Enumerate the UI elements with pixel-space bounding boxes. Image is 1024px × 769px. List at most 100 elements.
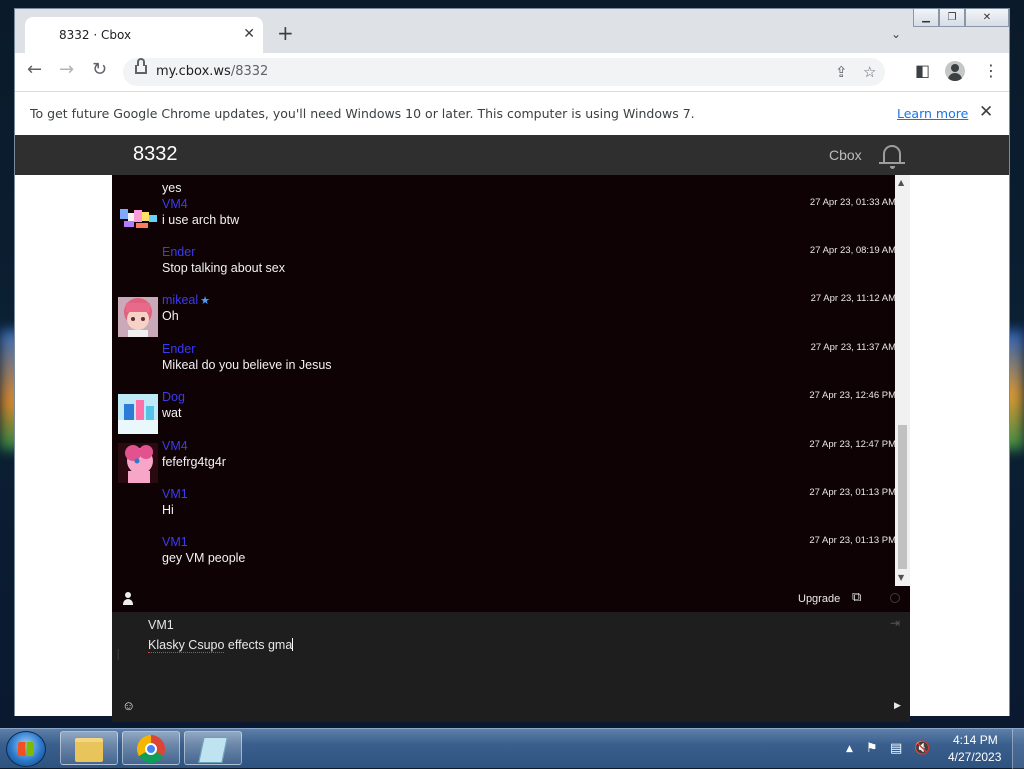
message-author-link[interactable]: mikeal ★ — [162, 293, 210, 307]
window-controls: ▁ ❐ ✕ — [913, 9, 1009, 29]
lock-icon[interactable] — [135, 58, 147, 74]
clock-time[interactable]: 4:14 PM — [953, 733, 998, 747]
scroll-up-arrow-icon[interactable]: ▲ — [898, 178, 904, 187]
scroll-thumb[interactable] — [898, 425, 907, 569]
taskbar-notepad[interactable] — [184, 731, 242, 765]
address-bar[interactable]: my.cbox.ws/8332 ⇪ ☆ — [123, 58, 885, 86]
message-timestamp: 27 Apr 23, 12:46 PM — [809, 390, 896, 401]
message-row: mikeal ★ Oh 27 Apr 23, 11:12 AM — [112, 291, 910, 339]
taskbar-explorer[interactable] — [60, 731, 118, 765]
page-content: 8332 Cbox yes VM4 i use arch btw 27 Apr … — [15, 135, 1009, 722]
message-timestamp: 27 Apr 23, 11:12 AM — [810, 293, 896, 304]
learn-more-link[interactable]: Learn more — [897, 106, 968, 121]
tab-strip: 8332 · Cbox ✕ + ⌄ ▁ ❐ ✕ — [15, 9, 1009, 53]
chrome-icon — [137, 735, 165, 763]
tab-cbox[interactable]: 8332 · Cbox ✕ — [25, 17, 263, 53]
taskbar-chrome[interactable] — [122, 731, 180, 765]
message-text: gey VM people — [162, 551, 246, 565]
message-author-link[interactable]: VM4 — [162, 197, 188, 211]
avatar[interactable] — [118, 297, 158, 337]
message-timestamp: 27 Apr 23, 01:13 PM — [809, 487, 896, 498]
explorer-icon — [75, 738, 103, 762]
maximize-icon[interactable]: ❐ — [939, 9, 965, 27]
message-timestamp: 27 Apr 23, 08:19 AM — [809, 245, 896, 256]
infobar-close-icon[interactable]: ✕ — [979, 102, 993, 122]
share-icon[interactable]: ⇪ — [835, 63, 848, 81]
message-text: i use arch btw — [162, 213, 240, 227]
action-center-flag-icon[interactable]: ⚑ — [866, 741, 878, 756]
message-text: yes — [162, 181, 182, 195]
profile-avatar-icon[interactable] — [945, 61, 965, 81]
message-text: fefefrg4tg4r — [162, 455, 226, 469]
avatar[interactable] — [118, 394, 158, 434]
message-text: Oh — [162, 309, 179, 323]
message-text: wat — [162, 406, 182, 420]
typed-text: effects gma — [224, 638, 293, 652]
popout-icon[interactable]: ⧉ — [852, 589, 861, 605]
message-author-link[interactable]: VM4 — [162, 439, 188, 453]
forward-icon[interactable]: → — [59, 61, 74, 79]
tab-search-chevron-icon[interactable]: ⌄ — [891, 27, 901, 41]
chrome-window: 8332 · Cbox ✕ + ⌄ ▁ ❐ ✕ ← → ↻ my.cbox.ws… — [14, 8, 1010, 722]
bookmark-star-icon[interactable]: ☆ — [863, 63, 876, 81]
side-panel-icon[interactable]: ◧ — [915, 61, 930, 80]
cbox-brand-link[interactable]: Cbox — [829, 147, 862, 163]
minimize-icon[interactable]: ▁ — [913, 9, 939, 27]
start-button[interactable] — [6, 731, 46, 767]
upgrade-link[interactable]: Upgrade — [798, 593, 840, 605]
reload-icon[interactable]: ↻ — [92, 61, 107, 79]
footer-bar: Upgrade ⧉ — [112, 586, 910, 612]
network-icon[interactable]: ▤ — [890, 741, 902, 756]
new-tab-icon[interactable]: + — [277, 23, 294, 43]
message-row: VM4 fefefrg4tg4r 27 Apr 23, 12:47 PM — [112, 437, 910, 485]
back-icon[interactable]: ← — [27, 61, 42, 79]
message-row: Ender Stop talking about sex 27 Apr 23, … — [112, 243, 910, 291]
tray-expand-icon[interactable]: ▲ — [846, 744, 853, 754]
text-caret — [292, 638, 294, 651]
infobar-message: To get future Google Chrome updates, you… — [30, 106, 695, 121]
message-timestamp: 27 Apr 23, 01:13 PM — [809, 535, 896, 546]
menu-kebab-icon[interactable]: ⋮ — [983, 61, 999, 80]
message-row: Ender Mikeal do you believe in Jesus 27 … — [112, 340, 910, 388]
url-text: my.cbox.ws/8332 — [156, 64, 268, 79]
message-row: VM1 Hi 27 Apr 23, 01:13 PM — [112, 485, 910, 533]
volume-muted-icon[interactable]: 🔇 — [914, 741, 930, 756]
user-icon[interactable] — [122, 592, 134, 605]
misspelled-text: Klasky Csupo — [148, 638, 225, 653]
scroll-down-arrow-icon[interactable]: ▼ — [898, 573, 904, 582]
clock-date[interactable]: 4/27/2023 — [948, 750, 1001, 764]
author-name: mikeal — [162, 293, 199, 307]
avatar[interactable] — [118, 443, 158, 483]
message-author-link[interactable]: Ender — [162, 342, 195, 356]
status-circle-icon[interactable] — [890, 593, 900, 603]
message-timestamp: 27 Apr 23, 11:37 AM — [810, 342, 896, 353]
cbox-title: 8332 — [133, 143, 178, 165]
message-text: Hi — [162, 503, 174, 517]
emoji-smiley-icon[interactable]: ☺ — [122, 698, 135, 713]
message-text: Stop talking about sex — [162, 261, 285, 275]
tab-title: 8332 · Cbox — [59, 28, 132, 42]
message-author-link[interactable]: VM1 — [162, 535, 188, 549]
message-timestamp: 27 Apr 23, 01:33 AM — [809, 197, 896, 208]
message-author-link[interactable]: VM1 — [162, 487, 188, 501]
tab-close-icon[interactable]: ✕ — [243, 26, 255, 42]
message-timestamp: 27 Apr 23, 12:47 PM — [809, 439, 896, 450]
url-path: /8332 — [230, 64, 269, 79]
send-arrow-icon[interactable]: ▶ — [894, 700, 901, 711]
message-author-link[interactable]: Ender — [162, 245, 195, 259]
message-author-link[interactable]: Dog — [162, 390, 185, 404]
show-desktop-button[interactable] — [1012, 729, 1024, 769]
chat-scrollbar[interactable]: ▲ ▼ — [895, 175, 910, 586]
message-row: VM4 i use arch btw 27 Apr 23, 01:33 AM — [112, 195, 910, 243]
compose-username[interactable]: VM1 — [148, 618, 174, 632]
notification-bell-icon[interactable] — [879, 145, 905, 169]
avatar[interactable] — [118, 201, 158, 241]
notepad-icon — [198, 737, 228, 763]
star-badge-icon: ★ — [200, 295, 210, 307]
message-row: VM1 gey VM people 27 Apr 23, 01:13 PM — [112, 533, 910, 581]
taskbar: ▲ ⚑ ▤ 🔇 4:14 PM 4/27/2023 — [0, 728, 1024, 769]
sign-out-icon[interactable]: ⇥ — [890, 616, 900, 630]
browser-toolbar: ← → ↻ my.cbox.ws/8332 ⇪ ☆ ◧ ⋮ — [15, 53, 1009, 91]
close-window-icon[interactable]: ✕ — [965, 9, 1009, 27]
message-input[interactable]: Klasky Csupo effects gma — [148, 638, 868, 656]
